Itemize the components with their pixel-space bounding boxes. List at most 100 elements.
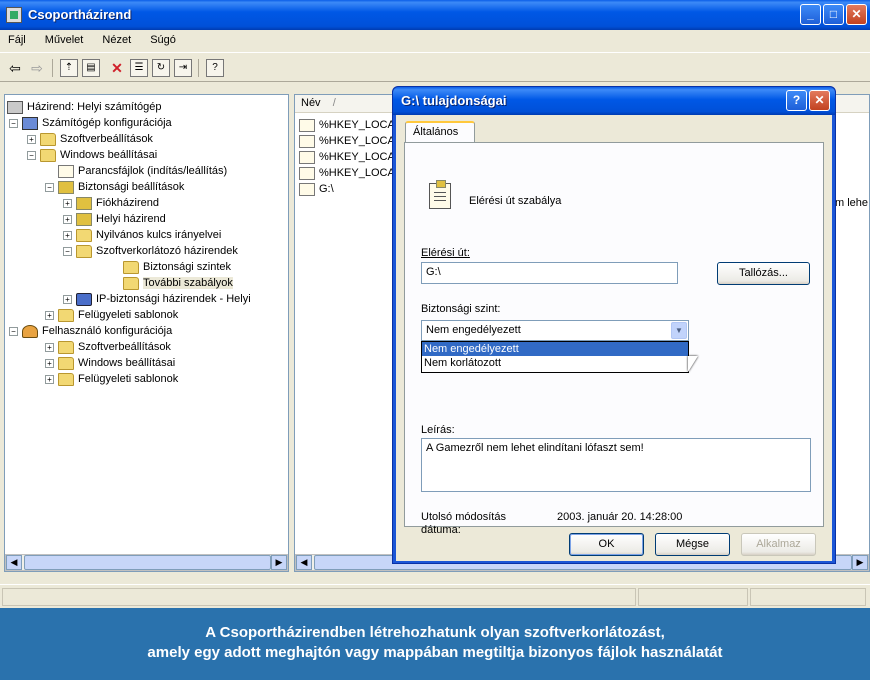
browse-button[interactable]: Tallózás... — [717, 262, 810, 285]
minimize-button[interactable]: _ — [800, 4, 821, 25]
expand-icon[interactable]: + — [45, 342, 54, 352]
show-hide-tree-icon[interactable]: ▤ — [82, 59, 100, 77]
security-level-label: Biztonsági szint: — [421, 303, 501, 315]
scroll-thumb[interactable] — [24, 555, 271, 570]
path-field[interactable]: G:\ — [421, 262, 678, 284]
expand-icon[interactable]: + — [27, 134, 36, 144]
menu-file[interactable]: Fájl — [0, 30, 34, 46]
expand-icon[interactable]: + — [45, 374, 54, 384]
list-item[interactable]: %HKEY_LOCAL — [299, 117, 401, 133]
tree-item[interactable]: + Szoftverbeállítások — [27, 131, 153, 147]
cancel-button[interactable]: Mégse — [655, 533, 730, 556]
option-unrestricted[interactable]: Nem korlátozott — [422, 356, 688, 370]
scroll-left-icon[interactable]: ◀ — [296, 555, 312, 570]
apply-button[interactable]: Alkalmaz — [741, 533, 816, 556]
dialog-help-button[interactable]: ? — [786, 90, 807, 111]
option-not-allowed[interactable]: Nem engedélyezett — [422, 342, 688, 356]
caption-line-2: amely egy adott meghajtón vagy mappában … — [147, 644, 723, 661]
collapse-icon[interactable]: − — [9, 326, 18, 336]
list-item-label: %HKEY_LOCAL — [319, 167, 401, 179]
export-list-icon[interactable]: ⇥ — [174, 59, 192, 77]
expand-icon[interactable]: + — [63, 294, 72, 304]
tree-item[interactable]: − Szoftverkorlátozó házirendek — [63, 243, 238, 259]
folder-icon — [58, 356, 74, 370]
tree-item[interactable]: + Fiókházirend — [63, 195, 159, 211]
list-item[interactable]: %HKEY_LOCAL — [299, 133, 401, 149]
tree-item-label: Házirend: Helyi számítógép — [27, 101, 162, 113]
folder-icon — [76, 244, 92, 258]
dialog-title-bar: G:\ tulajdonságai ? ✕ — [393, 87, 835, 115]
tree-item[interactable]: + IP-biztonsági házirendek - Helyi — [63, 291, 251, 307]
list-item[interactable]: %HKEY_LOCAL — [299, 149, 401, 165]
tree-item[interactable]: + Nyilvános kulcs irányelvei — [63, 227, 221, 243]
tree-item-label: Felhasználó konfigurációja — [42, 325, 173, 337]
forward-arrow-icon[interactable]: ⇨ — [28, 59, 46, 77]
collapse-icon[interactable]: − — [45, 182, 54, 192]
dialog-close-button[interactable]: ✕ — [809, 90, 830, 111]
tree-item[interactable]: + Felügyeleti sablonok — [45, 371, 178, 387]
sort-indicator: / — [332, 97, 336, 109]
expand-icon[interactable]: + — [45, 310, 54, 320]
main-title-bar: Csoportházirend _ □ ✕ — [0, 0, 870, 30]
list-item[interactable]: %HKEY_LOCAL — [299, 165, 401, 181]
path-rule-icon — [299, 118, 315, 132]
policy-icon — [7, 100, 23, 114]
tree-item[interactable]: − Biztonsági beállítások — [45, 179, 184, 195]
tree-item[interactable]: − Windows beállításai — [27, 147, 157, 163]
scroll-left-icon[interactable]: ◀ — [6, 555, 22, 570]
dialog-title: G:\ tulajdonságai — [401, 93, 507, 108]
tree-item-label: Szoftverkorlátozó házirendek — [96, 245, 238, 257]
properties-icon[interactable]: ☰ — [130, 59, 148, 77]
column-name-label: Név — [301, 97, 321, 109]
list-item-label: %HKEY_LOCAL — [319, 151, 401, 163]
tree-item[interactable]: + Helyi házirend — [63, 211, 166, 227]
close-button[interactable]: ✕ — [846, 4, 867, 25]
collapse-icon[interactable]: − — [27, 150, 36, 160]
tree-item[interactable]: Parancsfájlok (indítás/leállítás) — [58, 163, 227, 179]
tab-general[interactable]: Általános — [405, 121, 475, 143]
maximize-button[interactable]: □ — [823, 4, 844, 25]
menu-help[interactable]: Súgó — [142, 30, 184, 46]
tree-item[interactable]: − Számítógép konfigurációja — [9, 115, 172, 131]
collapse-icon[interactable]: − — [63, 246, 72, 256]
modified-label-line1: Utolsó módosítás — [421, 511, 506, 523]
expand-icon[interactable]: + — [63, 214, 72, 224]
tree-item-label: Biztonsági beállítások — [78, 181, 185, 193]
caption-banner: A Csoportházirendben létrehozhatunk olya… — [0, 608, 870, 680]
ok-button[interactable]: OK — [569, 533, 644, 556]
menu-view[interactable]: Nézet — [94, 30, 139, 46]
menu-action[interactable]: Művelet — [37, 30, 92, 46]
refresh-icon[interactable]: ↻ — [152, 59, 170, 77]
ip-security-icon — [76, 292, 92, 306]
collapse-icon[interactable]: − — [9, 118, 18, 128]
tree-horizontal-scrollbar[interactable]: ◀ ▶ — [5, 554, 288, 571]
tree-item-selected[interactable]: További szabályok — [123, 275, 233, 291]
tree-item[interactable]: + Szoftverbeállítások — [45, 339, 171, 355]
mouse-cursor-icon — [688, 356, 698, 372]
tree-item-label: Nyilvános kulcs irányelvei — [96, 229, 222, 241]
expand-icon[interactable]: + — [63, 230, 72, 240]
path-label: Elérési út: — [421, 247, 470, 259]
list-item[interactable]: G:\ — [299, 181, 334, 197]
status-bar — [0, 584, 870, 608]
tree-item[interactable]: Házirend: Helyi számítógép — [7, 99, 162, 115]
description-field[interactable]: A Gamezről nem lehet elindítani lófaszt … — [421, 438, 811, 492]
scroll-right-icon[interactable]: ▶ — [271, 555, 287, 570]
expand-icon[interactable]: + — [45, 358, 54, 368]
expand-icon[interactable]: + — [63, 198, 72, 208]
scroll-right-icon[interactable]: ▶ — [852, 555, 868, 570]
tree-item[interactable]: Biztonsági szintek — [123, 259, 231, 275]
list-item-label: %HKEY_LOCAL — [319, 135, 401, 147]
delete-icon[interactable]: ✕ — [108, 59, 126, 77]
status-cell — [638, 588, 748, 606]
chevron-down-icon[interactable]: ▼ — [671, 322, 687, 339]
tree-item[interactable]: − Felhasználó konfigurációja — [9, 323, 172, 339]
tree-item[interactable]: + Felügyeleti sablonok — [45, 307, 178, 323]
security-level-value: Nem engedélyezett — [426, 324, 521, 336]
tree-pane[interactable]: Házirend: Helyi számítógép − Számítógép k… — [4, 94, 289, 572]
up-folder-icon[interactable]: ⇡ — [60, 59, 78, 77]
security-level-select[interactable]: Nem engedélyezett ▼ — [421, 320, 689, 341]
tree-item[interactable]: + Windows beállításai — [45, 355, 175, 371]
help-icon[interactable]: ? — [206, 59, 224, 77]
back-arrow-icon[interactable]: ⇦ — [6, 59, 24, 77]
